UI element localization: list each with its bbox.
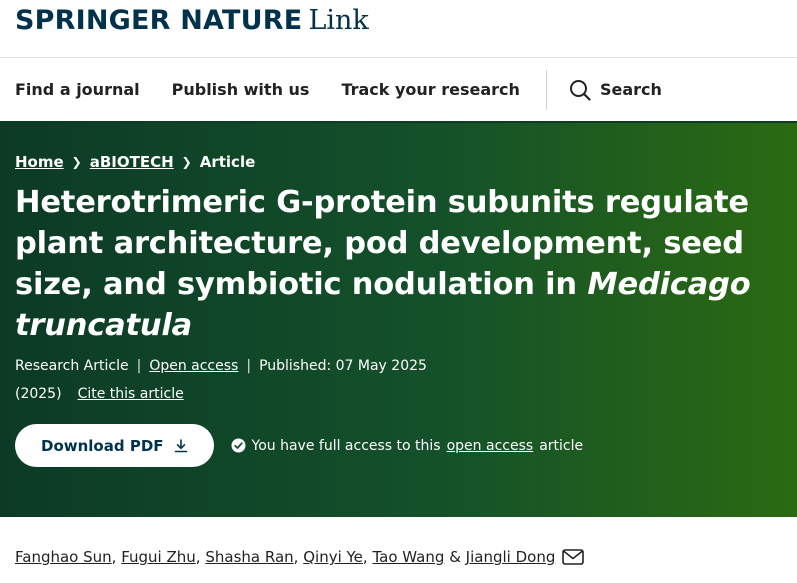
search-icon xyxy=(569,79,591,101)
breadcrumb-journal[interactable]: aBIOTECH xyxy=(90,153,174,171)
search-button[interactable]: Search xyxy=(569,79,662,101)
nav-divider xyxy=(545,69,547,110)
nav-track-research[interactable]: Track your research xyxy=(341,80,520,99)
author-separator: , xyxy=(111,548,117,566)
author-link[interactable]: Fanghao Sun xyxy=(15,548,112,566)
author-list: Fanghao Sun, Fugui Zhu, Shasha Ran, Qiny… xyxy=(0,517,797,566)
brand-bar: SPRINGER NATURE Link xyxy=(0,0,797,58)
download-pdf-button[interactable]: Download PDF xyxy=(15,424,214,467)
article-meta-secondary: (2025) Cite this article xyxy=(15,386,782,402)
search-label: Search xyxy=(599,80,662,99)
author-separator: , xyxy=(362,548,368,566)
meta-separator: | xyxy=(246,358,252,374)
author-separator: , xyxy=(195,548,201,566)
envelope-icon[interactable] xyxy=(562,549,585,565)
download-icon xyxy=(174,438,187,452)
author-separator: , xyxy=(293,548,299,566)
access-notice: You have full access to this open access… xyxy=(231,437,584,454)
breadcrumb: Home ❯ aBIOTECH ❯ Article xyxy=(15,123,782,171)
nav-find-journal[interactable]: Find a journal xyxy=(15,80,140,99)
access-prefix: You have full access to this xyxy=(251,437,441,454)
article-hero: Home ❯ aBIOTECH ❯ Article Heterotrimeric… xyxy=(0,123,797,517)
breadcrumb-current: Article xyxy=(199,153,256,171)
chevron-right-icon: ❯ xyxy=(181,155,192,169)
article-actions: Download PDF You have full access to thi… xyxy=(15,424,782,467)
brand-main: SPRINGER NATURE xyxy=(15,5,303,36)
chevron-right-icon: ❯ xyxy=(71,155,82,169)
download-pdf-label: Download PDF xyxy=(41,436,164,455)
published-date: Published: 07 May 2025 xyxy=(259,358,427,374)
article-meta: Research Article | Open access | Publish… xyxy=(15,358,782,374)
access-open-access-link[interactable]: open access xyxy=(447,438,534,454)
check-circle-icon xyxy=(231,438,246,453)
access-suffix: article xyxy=(539,437,584,454)
article-title: Heterotrimeric G-protein subunits regula… xyxy=(15,182,790,346)
springer-link-logo[interactable]: SPRINGER NATURE Link xyxy=(15,6,782,36)
author-ampersand: & xyxy=(449,548,461,566)
main-nav: Find a journal Publish with us Track you… xyxy=(0,58,797,123)
cite-article-link[interactable]: Cite this article xyxy=(78,386,184,402)
meta-separator: | xyxy=(136,358,142,374)
article-year: (2025) xyxy=(15,386,62,402)
author-link[interactable]: Jiangli Dong xyxy=(466,548,556,566)
breadcrumb-home[interactable]: Home xyxy=(15,153,64,171)
brand-sub: Link xyxy=(308,5,369,36)
open-access-link[interactable]: Open access xyxy=(149,358,238,374)
author-link[interactable]: Shasha Ran xyxy=(205,548,293,566)
author-link[interactable]: Qinyi Ye xyxy=(303,548,363,566)
author-link[interactable]: Fugui Zhu xyxy=(121,548,196,566)
author-link[interactable]: Tao Wang xyxy=(372,548,444,566)
article-type: Research Article xyxy=(15,358,129,374)
nav-publish[interactable]: Publish with us xyxy=(172,80,310,99)
